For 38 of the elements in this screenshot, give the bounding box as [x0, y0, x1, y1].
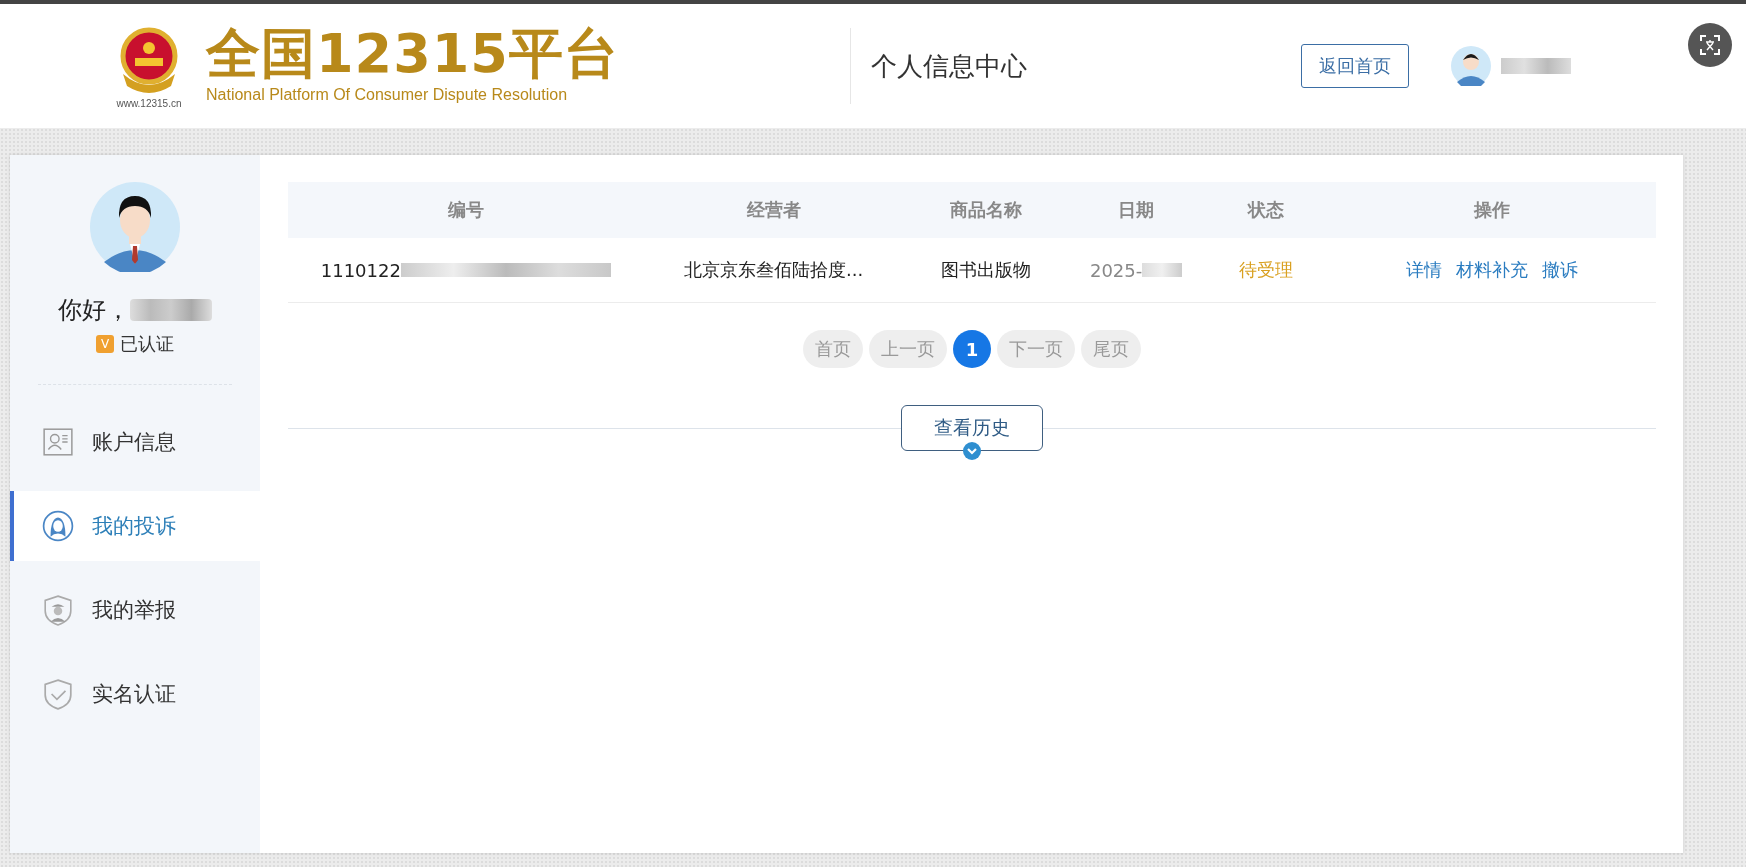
logo-subtitle: National Platform Of Consumer Dispute Resolution — [206, 85, 569, 104]
id-card-icon — [42, 426, 74, 458]
greeting: 你好， — [58, 295, 130, 326]
logo-title: 全国12315平台 — [206, 23, 619, 84]
sidebar-item[interactable]: 我的举报 — [10, 575, 260, 645]
column-header: 状态 — [1246, 198, 1286, 222]
avatar-icon — [90, 182, 180, 272]
column-header: 经营者 — [745, 198, 802, 222]
shield-check-icon — [42, 678, 74, 710]
column-header: 商品名称 — [948, 198, 1023, 222]
sidebar-item[interactable]: 实名认证 — [10, 659, 260, 729]
action-link[interactable]: 材料补充 — [1455, 258, 1528, 282]
avatar-icon[interactable] — [1451, 46, 1491, 86]
action-link[interactable]: 详情 — [1405, 258, 1442, 282]
home-button[interactable]: 返回首页 — [1301, 44, 1409, 88]
verified-badge: V — [96, 335, 114, 353]
sidebar-item[interactable]: 账户信息 — [10, 407, 260, 477]
blurred-text — [1142, 263, 1183, 277]
screenshot-icon[interactable] — [1688, 23, 1732, 67]
action-link[interactable]: 撤诉 — [1541, 258, 1578, 282]
table-cell: 图书出版物 — [940, 258, 1031, 282]
table-cell: 2025- — [1089, 259, 1143, 281]
sidebar-item[interactable]: 我的投诉 — [10, 491, 260, 561]
table-cell: 1110122 — [320, 259, 401, 281]
table-cell: 北京京东叁佰陆拾度... — [684, 258, 864, 282]
page-title: 个人信息中心 — [871, 49, 1028, 83]
person-icon — [42, 510, 74, 542]
history-button[interactable]: 查看历史 — [901, 405, 1043, 451]
blurred-name — [1501, 58, 1571, 74]
officer-icon — [42, 594, 74, 626]
logo-url: www.12315.cn — [116, 97, 182, 109]
status-label: 待受理 — [1239, 258, 1294, 282]
column-header: 日期 — [1117, 198, 1156, 222]
page-number-button[interactable]: 1 — [953, 330, 991, 368]
column-header: 操作 — [1472, 198, 1511, 222]
column-header: 编号 — [446, 198, 485, 222]
verified-label: 已认证 — [120, 332, 174, 356]
chevron-down-icon — [963, 442, 981, 460]
